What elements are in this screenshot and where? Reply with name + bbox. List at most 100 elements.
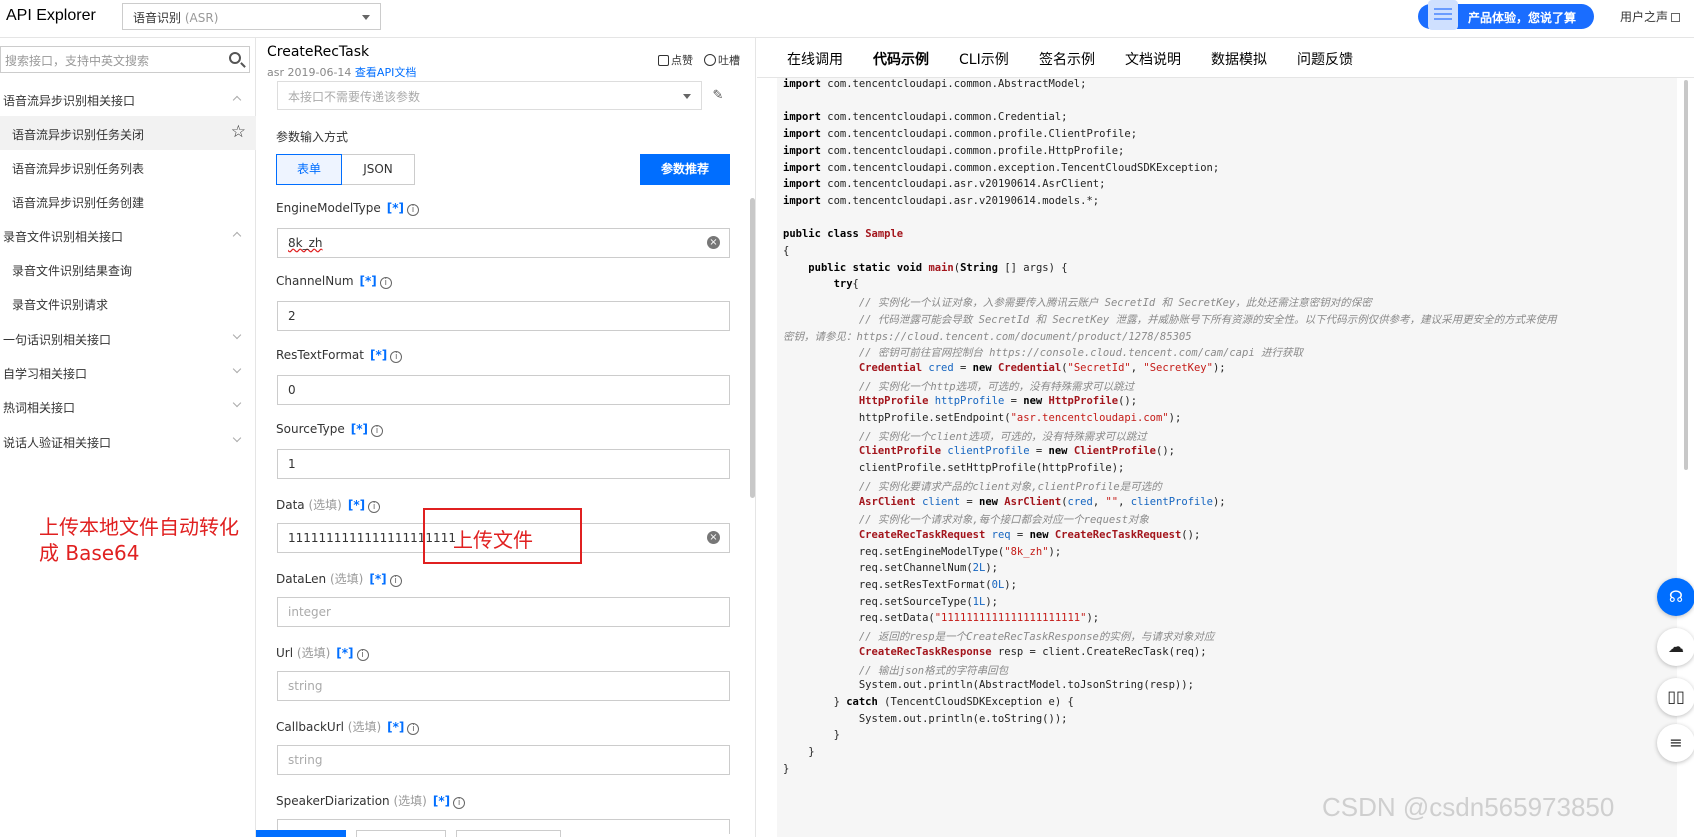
info-icon[interactable]: i [368, 501, 381, 513]
mode-json-tab[interactable]: JSON [342, 154, 415, 185]
tab-docs[interactable]: 文档说明 [1125, 49, 1181, 69]
sidebar-item-stream-create[interactable]: 语音流异步识别任务创建 [0, 184, 256, 218]
list-icon[interactable]: ≡ [1657, 724, 1694, 762]
user-voice-label: 用户之声 [1620, 10, 1669, 24]
sidebar-item-file-request[interactable]: 录音文件识别请求 [0, 286, 256, 320]
like-button[interactable]: 点赞 [658, 52, 693, 68]
params-scrollbar[interactable] [750, 198, 755, 498]
field-label-channel-num: ChannelNum [*] i [276, 274, 392, 289]
cloud-icon[interactable]: ☁ [1657, 628, 1694, 666]
channel-num-input[interactable]: 2 [277, 301, 730, 331]
region-placeholder: 本接口不需要传递该参数 [288, 90, 421, 104]
info-icon[interactable]: i [356, 649, 369, 661]
base64-annotation: 上传本地文件自动转化成 Base64 [39, 515, 239, 565]
sidebar-group-label: 说话人验证相关接口 [3, 436, 112, 450]
sidebar-group-speaker[interactable]: 说话人验证相关接口 [0, 424, 256, 458]
clear-icon[interactable]: × [707, 236, 720, 249]
code-line: // 实例化要请求产品的client对象,clientProfile是可选的 [783, 480, 1162, 493]
res-text-format-input[interactable]: 0 [277, 375, 730, 405]
sidebar-item-label: 语音流异步识别任务关闭 [12, 128, 145, 142]
info-icon[interactable]: i [371, 425, 384, 437]
chevron-down-icon [683, 94, 691, 99]
api-meta: asr 2019-06-14 查看API文档 [267, 64, 416, 80]
search-icon[interactable] [229, 52, 241, 64]
sidebar-group-self-learning[interactable]: 自学习相关接口 [0, 355, 256, 389]
code-line: // 代码泄露可能会导致 SecretId 和 SecretKey 泄露，并威胁… [783, 313, 1557, 326]
book-icon[interactable]: ▯▯ [1657, 678, 1694, 716]
required-mark: [*] [432, 794, 451, 808]
code-line: req.setSourceType(1L); [783, 595, 998, 608]
url-input[interactable]: string [277, 671, 730, 701]
tab-bar: 在线调用 代码示例 CLI示例 签名示例 文档说明 数据模拟 问题反馈 [757, 38, 1694, 80]
optional-mark: (选填) [296, 646, 331, 660]
field-name: SpeakerDiarization [276, 794, 390, 808]
sidebar-group-stream-async[interactable]: 语音流异步识别相关接口 [0, 82, 256, 116]
optional-mark: (选填) [393, 794, 427, 808]
sidebar-group-hotword[interactable]: 热词相关接口 [0, 389, 256, 423]
sidebar-item-stream-list[interactable]: 语音流异步识别任务列表 [0, 150, 256, 184]
params-panel: CreateRecTask asr 2019-06-14 查看API文档 点赞 … [256, 38, 756, 837]
tab-cli-example[interactable]: CLI示例 [959, 49, 1009, 69]
field-label-source-type: SourceType [*] i [276, 422, 384, 437]
mode-form-tab[interactable]: 表单 [276, 154, 342, 185]
search-input[interactable]: 搜索接口，支持中英文搜索 [0, 46, 250, 73]
primary-action-button[interactable] [256, 830, 346, 837]
info-icon[interactable]: i [407, 723, 420, 735]
data-len-input[interactable]: integer [277, 597, 730, 627]
headset-icon[interactable]: ☊ [1657, 578, 1694, 616]
product-select[interactable]: 语音识别 (ASR) [122, 3, 381, 30]
info-icon[interactable]: i [379, 277, 392, 289]
sidebar-group-sentence[interactable]: 一句话识别相关接口 [0, 321, 256, 355]
tab-code-example[interactable]: 代码示例 [873, 49, 929, 80]
code-line: clientProfile.setHttpProfile(httpProfile… [783, 462, 1125, 475]
sidebar-item-stream-close[interactable]: 语音流异步识别任务关闭 ☆ [0, 116, 256, 150]
search-placeholder: 搜索接口，支持中英文搜索 [5, 54, 150, 68]
field-name: EngineModelType [276, 201, 381, 215]
info-icon[interactable]: i [406, 204, 419, 216]
clear-icon[interactable]: × [707, 531, 720, 544]
api-doc-link[interactable]: 查看API文档 [355, 66, 416, 79]
promo-text: 产品体验，您说了算 [1468, 11, 1577, 25]
secondary-action-button[interactable] [356, 830, 446, 837]
code-scrollbar[interactable] [1684, 80, 1688, 470]
code-line: // 实例化一个认证对象，入参需要传入腾讯云账户 SecretId 和 Secr… [783, 297, 1372, 310]
code-line: req.setChannelNum(2L); [783, 562, 998, 575]
user-voice-link[interactable]: 用户之声 [1620, 8, 1681, 25]
engine-model-type-input[interactable]: 8k_zh × [277, 228, 730, 258]
code-line: public static void main(String [] args) … [808, 261, 1068, 274]
like-label: 点赞 [671, 54, 693, 67]
code-line: CreateRecTaskResponse resp = client.Crea… [858, 645, 1207, 658]
edit-icon[interactable]: ✎ [705, 84, 731, 108]
sidebar-item-label: 录音文件识别请求 [12, 298, 109, 312]
star-icon[interactable]: ☆ [231, 124, 246, 141]
recommend-button[interactable]: 参数推荐 [640, 154, 730, 185]
callback-url-input[interactable]: string [277, 745, 730, 775]
complain-button[interactable]: 吐槽 [704, 52, 740, 68]
sidebar-item-file-result[interactable]: 录音文件识别结果查询 [0, 252, 256, 286]
field-value: 0 [288, 383, 296, 397]
info-icon[interactable]: i [389, 575, 402, 587]
tab-data-mock[interactable]: 数据模拟 [1211, 49, 1267, 69]
tab-feedback[interactable]: 问题反馈 [1297, 49, 1353, 69]
field-name: Data [276, 498, 305, 512]
code-line: } [783, 762, 790, 775]
region-select[interactable]: 本接口不需要传递该参数 [277, 81, 702, 110]
tertiary-action-button[interactable] [456, 830, 561, 837]
chevron-up-icon [232, 95, 242, 105]
sidebar-group-label: 录音文件识别相关接口 [3, 230, 124, 244]
tab-online-call[interactable]: 在线调用 [787, 49, 843, 69]
promo-banner[interactable]: 产品体验，您说了算 [1418, 0, 1594, 30]
required-mark: [*] [359, 274, 377, 288]
code-line: System.out.println(AbstractModel.toJsonS… [783, 679, 1194, 692]
tab-signature-example[interactable]: 签名示例 [1039, 49, 1095, 69]
info-icon[interactable]: i [390, 351, 403, 363]
code-line: import com.tencentcloudapi.common.Abstra… [783, 78, 1087, 90]
code-line: import com.tencentcloudapi.common.Creden… [783, 111, 1068, 124]
info-icon[interactable]: i [453, 797, 466, 809]
code-line: AsrClient client = new AsrClient(cred, "… [858, 495, 1226, 508]
code-line: // 实例化一个http选项，可选的，没有特殊需求可以跳过 [783, 380, 1135, 393]
sidebar-group-file-recognition[interactable]: 录音文件识别相关接口 [0, 218, 256, 252]
sidebar: 搜索接口，支持中英文搜索 语音流异步识别相关接口 语音流异步识别任务关闭 ☆ 语… [0, 38, 256, 837]
source-type-input[interactable]: 1 [277, 449, 730, 479]
api-title: CreateRecTask [267, 44, 370, 60]
